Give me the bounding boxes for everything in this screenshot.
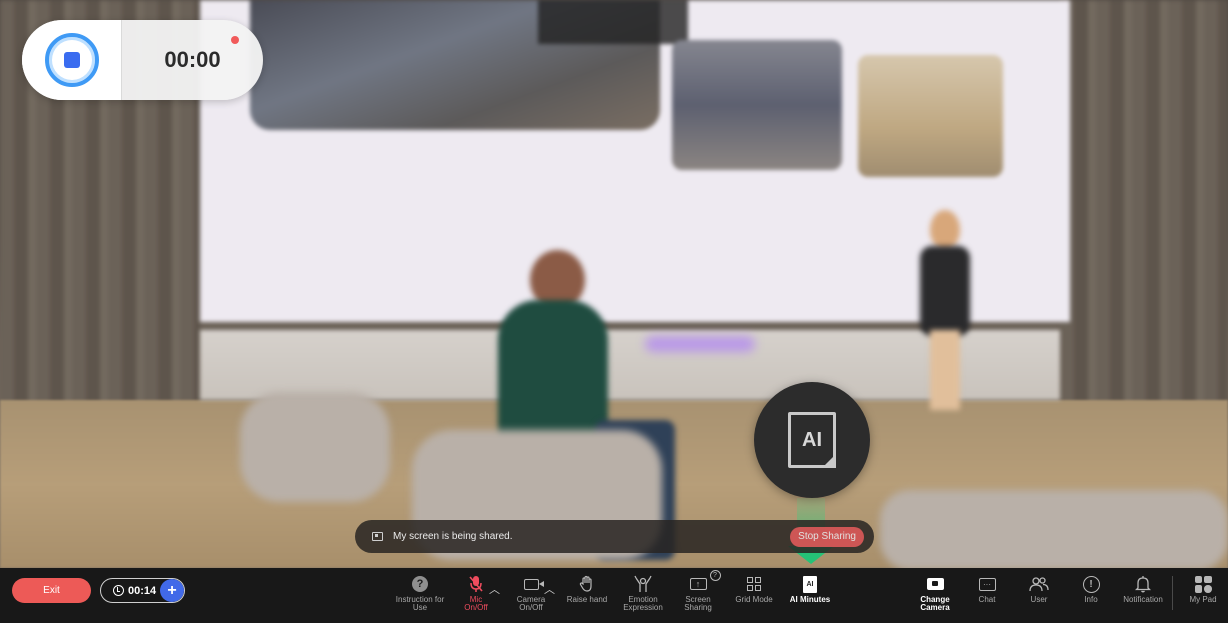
extend-time-button[interactable]: +: [160, 579, 184, 602]
ai-document-label: AI: [802, 428, 822, 451]
mic-muted-icon: [468, 574, 484, 594]
screen-share-icon: [372, 532, 383, 541]
user-label: User: [1030, 595, 1048, 604]
camera-icon: [523, 578, 544, 590]
info-icon: !: [1082, 575, 1100, 593]
my-pad-button[interactable]: My Pad: [1173, 574, 1228, 604]
mic-options-chevron-up-icon[interactable]: ︿: [489, 581, 500, 597]
stop-icon: [63, 52, 80, 68]
notification-button[interactable]: Notification: [1113, 574, 1173, 604]
ai-document-icon: AI: [803, 575, 817, 593]
screen-share-message: My screen is being shared.: [393, 531, 513, 542]
change-camera-label: Change Camera: [920, 595, 950, 612]
hand-icon: [579, 574, 595, 594]
screen-sharing-button[interactable]: ↑ ? Screen Sharing: [668, 570, 728, 612]
mic-label: Mic On/Off: [464, 595, 488, 612]
bottom-toolbar: Exit 00:14 + ? Instruction for Use Mic On/…: [0, 568, 1228, 623]
raise-hand-label: Raise hand: [566, 595, 608, 604]
screen-image-dark: [538, 0, 688, 44]
screen-image-room: [672, 40, 842, 170]
emotion-label: Emotion Expression: [623, 595, 663, 612]
stop-recording-button[interactable]: [44, 33, 99, 87]
help-icon: ?: [412, 576, 428, 592]
change-camera-button[interactable]: Change Camera: [905, 574, 965, 612]
my-pad-label: My Pad: [1189, 595, 1217, 604]
pad-icon: [1194, 575, 1212, 593]
avatar-presenter-body: [920, 246, 970, 336]
recording-indicator-dot: [231, 36, 239, 44]
chat-label: Chat: [978, 595, 996, 604]
emotion-icon: [633, 574, 653, 594]
chat-icon: ···: [978, 577, 996, 591]
screen-sharing-help-icon[interactable]: ?: [709, 570, 721, 581]
screen-image-people: [858, 55, 1003, 177]
lounge-chair: [240, 392, 390, 502]
instruction-button[interactable]: ? Instruction for Use: [390, 574, 450, 612]
grid-icon: [747, 577, 761, 591]
recording-time-text: 00:00: [164, 47, 221, 72]
avatar-presenter-legs: [930, 330, 960, 410]
ai-minutes-button[interactable]: AI AI Minutes: [780, 574, 840, 604]
user-button[interactable]: User: [1009, 574, 1069, 604]
raise-hand-button[interactable]: Raise hand: [557, 574, 617, 604]
page-fold: [822, 454, 836, 468]
stop-sharing-button[interactable]: Stop Sharing: [790, 526, 864, 547]
screen-share-upload-icon: ↑ ?: [689, 570, 721, 590]
change-camera-icon: [926, 578, 944, 590]
camera-options-chevron-up-icon[interactable]: ︿: [544, 581, 555, 597]
grid-mode-button[interactable]: Grid Mode: [724, 574, 784, 604]
grid-mode-label: Grid Mode: [735, 595, 773, 604]
bell-icon: [1135, 574, 1151, 594]
screen-sharing-label: Screen Sharing: [684, 595, 712, 612]
ai-minutes-tooltip: AI: [754, 382, 870, 498]
right-curtain: [1060, 0, 1228, 420]
recording-timer: 00:00: [122, 20, 263, 100]
recording-stop-area: [22, 20, 122, 100]
info-label: Info: [1084, 595, 1098, 604]
speaker-nameplate-glow: [645, 336, 755, 352]
clock-icon: [113, 585, 124, 596]
users-icon: [1029, 574, 1049, 594]
meeting-timer-value: 00:14: [128, 584, 157, 597]
meeting-timer: 00:14 +: [100, 578, 185, 603]
instruction-label: Instruction for Use: [395, 595, 445, 612]
exit-button[interactable]: Exit: [12, 578, 91, 603]
recording-widget: 00:00: [22, 20, 263, 100]
notification-label: Notification: [1123, 595, 1163, 604]
info-button[interactable]: ! Info: [1061, 574, 1121, 604]
lounge-sofa: [880, 490, 1228, 568]
screen-share-banner: My screen is being shared. Stop Sharing: [355, 520, 874, 553]
camera-label: Camera On/Off: [516, 595, 546, 612]
chat-button[interactable]: ··· Chat: [957, 574, 1017, 604]
avatar-presenter-head: [930, 210, 960, 250]
ai-minutes-label: AI Minutes: [789, 595, 831, 604]
ai-document-icon: AI: [788, 412, 836, 468]
emotion-expression-button[interactable]: Emotion Expression: [613, 574, 673, 612]
